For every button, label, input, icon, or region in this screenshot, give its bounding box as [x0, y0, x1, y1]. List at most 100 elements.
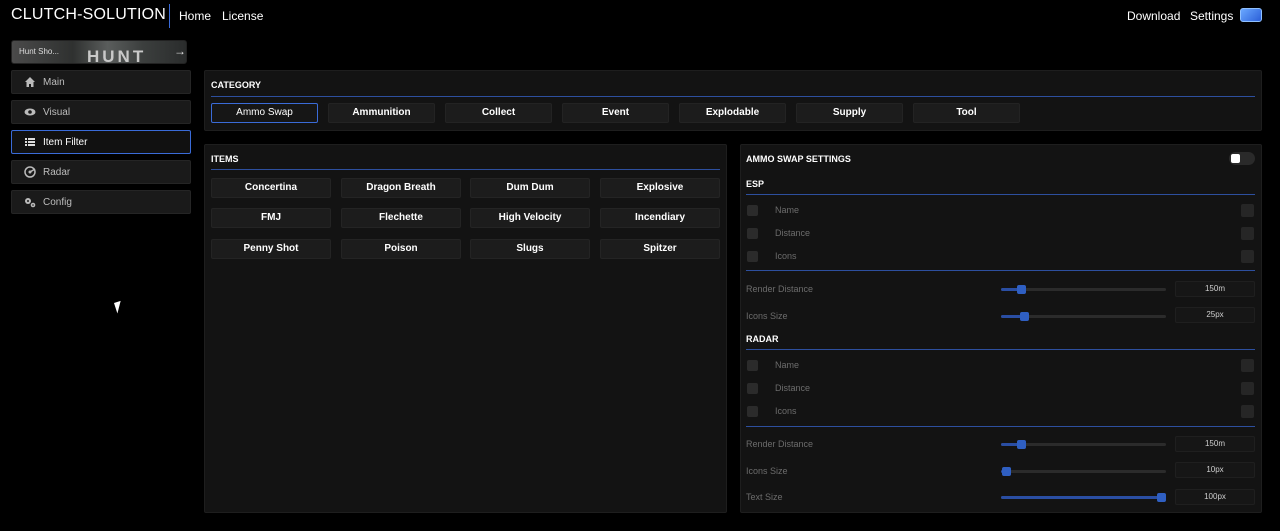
sidebar-item-config[interactable]: Config — [11, 190, 191, 214]
item-button-slugs[interactable]: Slugs — [470, 239, 590, 259]
eye-icon — [24, 106, 36, 118]
brand-title: CLUTCH-SOLUTION — [11, 6, 167, 23]
items-divider — [211, 169, 720, 170]
gears-icon — [24, 196, 36, 208]
esp-slider-divider — [746, 270, 1255, 271]
radar-distance-checkbox[interactable] — [747, 383, 758, 394]
item-button-spitzer[interactable]: Spitzer — [600, 239, 720, 259]
item-button-explosive[interactable]: Explosive — [600, 178, 720, 198]
slider-fill — [1001, 496, 1162, 499]
esp-distance-checkbox[interactable] — [747, 228, 758, 239]
tab-event[interactable]: Event — [562, 103, 669, 123]
tab-tool[interactable]: Tool — [913, 103, 1020, 123]
radar-distance-color-swatch[interactable] — [1241, 382, 1254, 395]
slider-handle[interactable] — [1016, 440, 1026, 449]
esp-distance-color-swatch[interactable] — [1241, 227, 1254, 240]
settings-panel — [740, 144, 1262, 513]
sidebar-item-visual[interactable]: Visual — [11, 100, 191, 124]
item-button-flechette[interactable]: Flechette — [341, 208, 461, 228]
nav-download-link[interactable]: Download — [1127, 9, 1180, 23]
nav-settings-link[interactable]: Settings — [1190, 9, 1233, 23]
slider-handle[interactable] — [1020, 312, 1030, 321]
radar-slider-divider — [746, 426, 1255, 427]
category-divider — [211, 96, 1255, 97]
arrow-right-icon: → — [174, 44, 186, 58]
radar-icons-size-slider[interactable] — [1001, 467, 1166, 476]
esp-divider — [746, 194, 1255, 195]
category-title: CATEGORY — [211, 80, 262, 90]
tab-supply[interactable]: Supply — [796, 103, 903, 123]
esp-name-label: Name — [775, 205, 800, 215]
sidebar-item-item-filter[interactable]: Item Filter — [11, 130, 191, 154]
slider-handle[interactable] — [1157, 493, 1167, 502]
nav-home-link[interactable]: Home — [179, 9, 211, 23]
esp-name-checkbox[interactable] — [747, 205, 758, 216]
radar-icons-color-swatch[interactable] — [1241, 405, 1254, 418]
radar-divider — [746, 349, 1255, 350]
item-button-dum-dum[interactable]: Dum Dum — [470, 178, 590, 198]
sidebar-item-label: Visual — [43, 107, 71, 118]
radar-icons-checkbox[interactable] — [747, 406, 758, 417]
game-logo: HUNT — [87, 47, 147, 64]
radar-icons-size-value[interactable]: 10px — [1175, 462, 1255, 478]
settings-title: AMMO SWAP SETTINGS — [746, 154, 851, 164]
radar-name-color-swatch[interactable] — [1241, 359, 1254, 372]
radar-name-checkbox[interactable] — [747, 360, 758, 371]
tab-explodable[interactable]: Explodable — [679, 103, 786, 123]
esp-section-title: ESP — [746, 179, 765, 189]
radar-render-distance-slider[interactable] — [1001, 440, 1166, 449]
sidebar-item-radar[interactable]: Radar — [11, 160, 191, 184]
brand-divider — [169, 4, 170, 28]
item-button-incendiary[interactable]: Incendiary — [600, 208, 720, 228]
esp-icons-size-slider[interactable] — [1001, 312, 1166, 321]
radar-icon — [24, 166, 36, 178]
esp-render-distance-value[interactable]: 150m — [1175, 281, 1255, 297]
esp-icons-color-swatch[interactable] — [1241, 250, 1254, 263]
esp-icons-size-label: Icons Size — [746, 311, 788, 321]
radar-name-label: Name — [775, 360, 800, 370]
esp-icons-checkbox[interactable] — [747, 251, 758, 262]
items-panel — [204, 144, 727, 513]
items-title: ITEMS — [211, 154, 239, 164]
slider-handle[interactable] — [1001, 467, 1011, 476]
sidebar-item-main[interactable]: Main — [11, 70, 191, 94]
sidebar-item-label: Config — [43, 197, 72, 208]
item-button-fmj[interactable]: FMJ — [211, 208, 331, 228]
esp-render-distance-label: Render Distance — [746, 284, 814, 294]
esp-render-distance-slider[interactable] — [1001, 285, 1166, 294]
mouse-cursor-icon — [114, 300, 125, 314]
radar-icons-label: Icons — [775, 406, 797, 416]
esp-icons-label: Icons — [775, 251, 797, 261]
radar-render-distance-value[interactable]: 150m — [1175, 436, 1255, 452]
radar-text-size-slider[interactable] — [1001, 493, 1167, 502]
home-icon — [24, 76, 36, 88]
settings-enable-toggle[interactable] — [1229, 152, 1255, 165]
top-bar: CLUTCH-SOLUTION Home License Download Se… — [0, 0, 1280, 32]
tab-ammunition[interactable]: Ammunition — [328, 103, 435, 123]
sidebar-item-label: Radar — [43, 167, 71, 178]
esp-icons-size-value[interactable]: 25px — [1175, 307, 1255, 323]
item-button-concertina[interactable]: Concertina — [211, 178, 331, 198]
tab-collect[interactable]: Collect — [445, 103, 552, 123]
slider-handle[interactable] — [1016, 285, 1026, 294]
esp-name-color-swatch[interactable] — [1241, 204, 1254, 217]
radar-text-size-value[interactable]: 100px — [1175, 489, 1255, 505]
item-button-penny-shot[interactable]: Penny Shot — [211, 239, 331, 259]
esp-distance-label: Distance — [775, 228, 811, 238]
item-button-high-velocity[interactable]: High Velocity — [470, 208, 590, 228]
item-button-dragon-breath[interactable]: Dragon Breath — [341, 178, 461, 198]
radar-icons-size-label: Icons Size — [746, 466, 788, 476]
radar-section-title: RADAR — [746, 334, 779, 344]
radar-distance-label: Distance — [775, 383, 811, 393]
radar-render-distance-label: Render Distance — [746, 439, 814, 449]
game-selector[interactable]: Hunt Sho... HUNT → — [11, 40, 187, 64]
user-avatar[interactable] — [1240, 8, 1262, 22]
sidebar-item-label: Item Filter — [43, 137, 88, 148]
tab-ammo-swap[interactable]: Ammo Swap — [211, 103, 318, 123]
toggle-knob — [1231, 154, 1240, 163]
radar-text-size-label: Text Size — [746, 492, 783, 502]
game-label: Hunt Sho... — [19, 47, 60, 56]
nav-license-link[interactable]: License — [222, 9, 263, 23]
item-button-poison[interactable]: Poison — [341, 239, 461, 259]
sidebar-item-label: Main — [43, 77, 65, 88]
